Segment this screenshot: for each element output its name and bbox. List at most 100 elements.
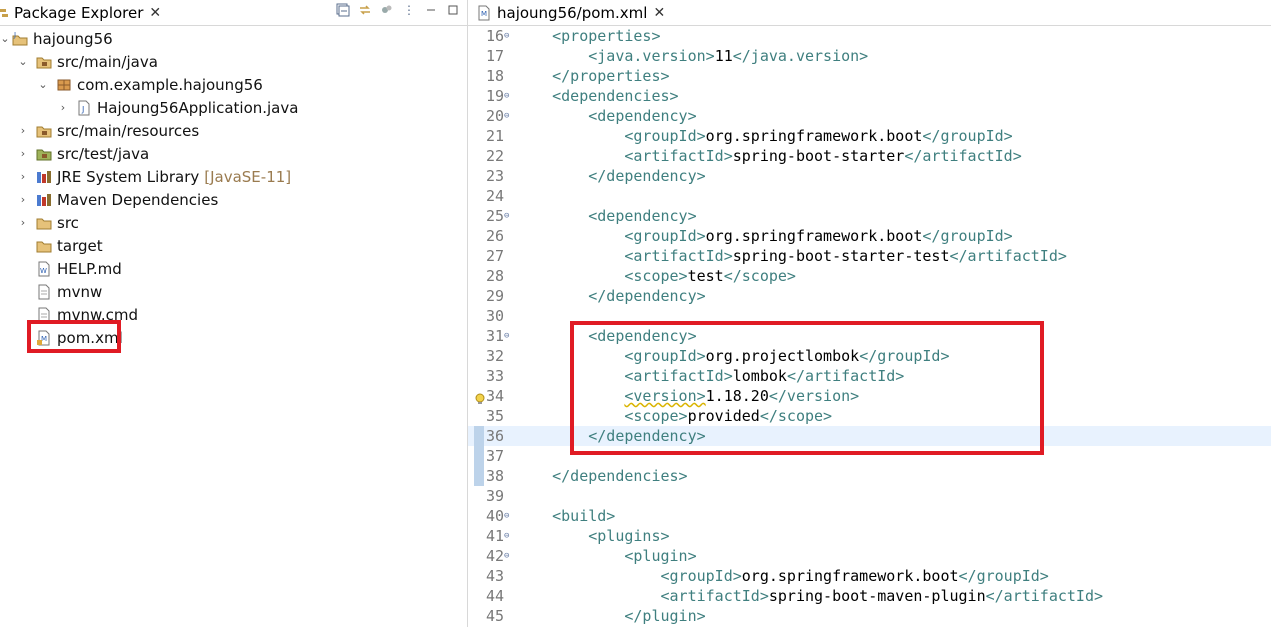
xml-text [516, 607, 624, 625]
close-icon[interactable]: ✕ [149, 5, 161, 21]
folder-icon [36, 241, 52, 252]
tree-item-target[interactable]: target [36, 234, 103, 257]
package-explorer-panel: Package Explorer ✕ ⋮ ⌄ J hajoung56 ⌄ src… [0, 0, 468, 627]
tree-item-label: target [57, 236, 103, 255]
xml-tag: <groupId> [624, 227, 706, 245]
view-menu-icon[interactable]: ⋮ [401, 2, 417, 18]
line-number: 39 [486, 487, 505, 505]
code-line[interactable]: 39 [468, 486, 1271, 506]
code-text: <groupId>org.springframework.boot</group… [516, 566, 1049, 586]
chevron-right-icon[interactable]: › [56, 101, 70, 114]
fold-toggle-icon[interactable]: ⊖ [504, 86, 509, 106]
tree-item-maven-deps[interactable]: › Maven Dependencies [16, 188, 218, 211]
code-text: <plugin> [516, 546, 696, 566]
code-line[interactable]: 40 ⊖ <build> [468, 506, 1271, 526]
code-line[interactable]: 38 </dependencies> [468, 466, 1271, 486]
xml-tag: <artifactId> [624, 147, 733, 165]
tree-item-label: com.example.hajoung56 [77, 75, 263, 94]
chevron-right-icon[interactable]: › [16, 124, 30, 137]
source-folder-icon [36, 126, 52, 137]
fold-toggle-icon[interactable]: ⊖ [504, 26, 509, 46]
tree-item-src-main-java[interactable]: ⌄ src/main/java [16, 50, 158, 73]
fold-toggle-icon[interactable]: ⊖ [504, 206, 509, 226]
code-line[interactable]: 16 ⊖ <properties> [468, 26, 1271, 46]
tree-item-help-md[interactable]: W HELP.md [36, 257, 122, 280]
code-line[interactable]: 23 </dependency> [468, 166, 1271, 186]
code-line[interactable]: 18 </properties> [468, 66, 1271, 86]
package-icon [57, 79, 71, 90]
fold-toggle-icon[interactable]: ⊖ [504, 326, 509, 346]
code-text: <build> [516, 506, 615, 526]
tree-item-java-file[interactable]: › J Hajoung56Application.java [56, 96, 299, 119]
chevron-right-icon[interactable]: › [16, 170, 30, 183]
xml-tag: <dependency> [588, 207, 697, 225]
tree-item-mvnw[interactable]: mvnw [36, 280, 102, 303]
code-line[interactable]: 25 ⊖ <dependency> [468, 206, 1271, 226]
tree-item-label: JRE System Library [57, 167, 200, 186]
line-number: 36 [486, 427, 505, 445]
editor-tab-pom-xml[interactable]: M hajoung56/pom.xml ✕ [476, 0, 665, 25]
code-line[interactable]: 27 <artifactId>spring-boot-starter-test<… [468, 246, 1271, 266]
svg-text:M: M [481, 10, 487, 18]
code-text: <dependency> [516, 206, 697, 226]
tree-item-src[interactable]: › src [16, 211, 79, 234]
chevron-right-icon[interactable]: › [16, 216, 30, 229]
tree-item-package[interactable]: ⌄ com.example.hajoung56 [36, 73, 263, 96]
xml-text: org.springframework.boot [705, 227, 923, 245]
tree-item-src-main-resources[interactable]: › src/main/resources [16, 119, 199, 142]
code-line[interactable]: 24 [468, 186, 1271, 206]
maximize-icon[interactable] [445, 2, 461, 18]
code-line[interactable]: 17 <java.version>11</java.version> [468, 46, 1271, 66]
chevron-down-icon[interactable]: ⌄ [36, 78, 50, 91]
chevron-right-icon[interactable]: › [16, 193, 30, 206]
xml-text: org.springframework.boot [705, 127, 923, 145]
line-number: 29 [486, 287, 505, 305]
code-line[interactable]: 43 <groupId>org.springframework.boot</gr… [468, 566, 1271, 586]
xml-tag: <artifactId> [624, 247, 733, 265]
xml-tag: </artifactId> [949, 247, 1067, 265]
lombok-dependency-highlight [570, 321, 1044, 455]
link-with-editor-icon[interactable] [357, 2, 373, 18]
code-line[interactable]: 26 <groupId>org.springframework.boot</gr… [468, 226, 1271, 246]
xml-text: 11 [714, 47, 733, 65]
code-line[interactable]: 42 ⊖ <plugin> [468, 546, 1271, 566]
xml-tag: <scope> [624, 267, 688, 285]
filters-icon[interactable] [379, 2, 395, 18]
fold-toggle-icon[interactable]: ⊖ [504, 106, 509, 126]
line-number: 28 [486, 267, 505, 285]
fold-toggle-icon[interactable]: ⊖ [504, 546, 509, 566]
code-line[interactable]: 20 ⊖ <dependency> [468, 106, 1271, 126]
code-line[interactable]: 22 <artifactId>spring-boot-starter</arti… [468, 146, 1271, 166]
editor-tabbar: M hajoung56/pom.xml ✕ [468, 0, 1271, 26]
chevron-down-icon[interactable]: ⌄ [16, 55, 30, 68]
code-line[interactable]: 44 <artifactId>spring-boot-maven-plugin<… [468, 586, 1271, 606]
line-number: 26 [486, 227, 505, 245]
code-line[interactable]: 29 </dependency> [468, 286, 1271, 306]
tree-item-src-test-java[interactable]: › src/test/java [16, 142, 149, 165]
xml-tag: <dependencies> [552, 87, 679, 105]
code-line[interactable]: 45 </plugin> [468, 606, 1271, 626]
tree-item-jre-library[interactable]: › JRE System Library [JavaSE-11] [16, 165, 291, 188]
code-line[interactable]: 19 ⊖ <dependencies> [468, 86, 1271, 106]
warning-lightbulb-icon[interactable] [474, 390, 486, 404]
xml-tag: <groupId> [660, 567, 742, 585]
chevron-down-icon[interactable]: ⌄ [0, 32, 10, 45]
folder-icon [36, 218, 52, 229]
fold-toggle-icon[interactable]: ⊖ [504, 506, 509, 526]
fold-toggle-icon[interactable]: ⊖ [504, 526, 509, 546]
xml-text [516, 87, 552, 105]
xml-tag: <properties> [552, 27, 661, 45]
tree-item-label: src [57, 213, 79, 232]
code-text: </dependencies> [516, 466, 687, 486]
tree-item-project[interactable]: ⌄ J hajoung56 [0, 27, 112, 50]
xml-text [516, 167, 588, 185]
code-line[interactable]: 28 <scope>test</scope> [468, 266, 1271, 286]
minimize-icon[interactable] [423, 2, 439, 18]
close-icon[interactable]: ✕ [653, 5, 665, 21]
code-line[interactable]: 21 <groupId>org.springframework.boot</gr… [468, 126, 1271, 146]
package-explorer-tab[interactable]: Package Explorer ✕ [0, 0, 161, 25]
chevron-right-icon[interactable]: › [16, 147, 30, 160]
collapse-all-icon[interactable] [335, 2, 351, 18]
code-line[interactable]: 41 ⊖ <plugins> [468, 526, 1271, 546]
line-number: 33 [486, 367, 505, 385]
